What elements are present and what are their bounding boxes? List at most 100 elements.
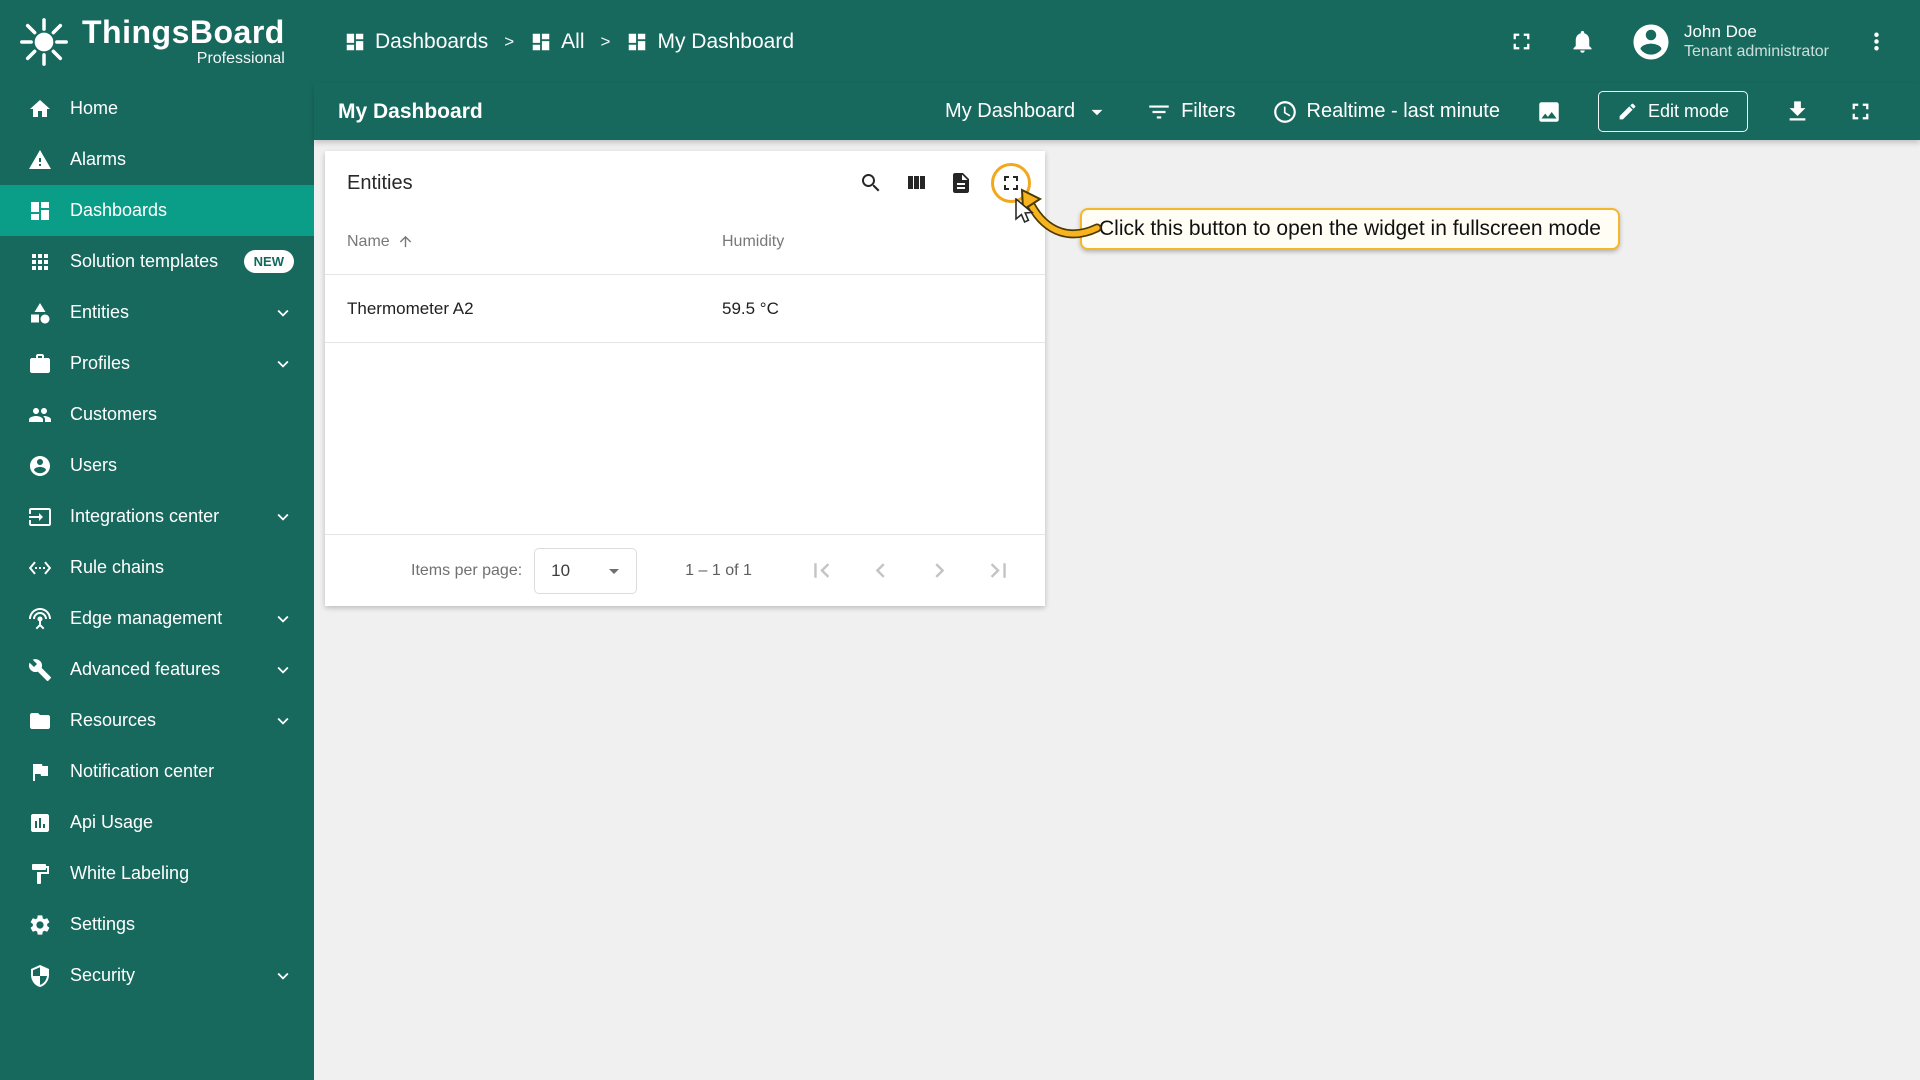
timewindow-button[interactable]: Realtime - last minute — [1272, 99, 1500, 125]
download-icon[interactable] — [1784, 98, 1811, 125]
sidebar-item-api-usage[interactable]: Api Usage — [0, 797, 314, 848]
edit-mode-button[interactable]: Edit mode — [1597, 91, 1748, 132]
user-menu[interactable]: John Doe Tenant administrator — [1630, 21, 1829, 63]
toolbar-actions: My Dashboard Filters Realtime - last min… — [945, 91, 1874, 132]
widget-export-button[interactable] — [946, 168, 976, 198]
sidebar-item-solution-templates[interactable]: Solution templates NEW — [0, 236, 314, 287]
home-icon — [28, 97, 52, 121]
user-meta: John Doe Tenant administrator — [1684, 21, 1829, 62]
apps-grid-icon — [28, 250, 52, 274]
table-header-row: Name Humidity — [325, 209, 1045, 275]
sidebar-item-white-labeling[interactable]: White Labeling — [0, 848, 314, 899]
filter-icon — [1149, 105, 1169, 118]
next-page-button[interactable] — [925, 556, 954, 585]
user-name: John Doe — [1684, 21, 1757, 41]
first-page-button[interactable] — [807, 556, 836, 585]
pagination-controls — [807, 556, 1013, 585]
integration-icon — [28, 505, 52, 529]
paint-icon — [28, 862, 52, 886]
breadcrumb-all[interactable]: All — [530, 29, 585, 54]
sidebar-item-entities[interactable]: Entities — [0, 287, 314, 338]
sidebar-item-advanced-features[interactable]: Advanced features — [0, 644, 314, 695]
sidebar-item-dashboards[interactable]: Dashboards — [0, 185, 314, 236]
dashboard-state-select[interactable]: My Dashboard — [945, 99, 1110, 125]
sidebar-item-rule-chains[interactable]: Rule chains — [0, 542, 314, 593]
chevron-down-icon — [272, 353, 294, 375]
profiles-icon — [28, 352, 52, 376]
column-header-humidity[interactable]: Humidity — [722, 233, 784, 251]
breadcrumb-my-dashboard[interactable]: My Dashboard — [626, 30, 794, 54]
sidebar-item-resources[interactable]: Resources — [0, 695, 314, 746]
filters-button[interactable]: Filters — [1146, 99, 1236, 125]
column-header-name[interactable]: Name — [347, 233, 722, 251]
sidebar-item-profiles[interactable]: Profiles — [0, 338, 314, 389]
chevron-down-icon — [272, 659, 294, 681]
sidebar-item-integrations-center[interactable]: Integrations center — [0, 491, 314, 542]
breadcrumb: Dashboards > All > My Dashboard — [344, 30, 794, 54]
brand-name: ThingsBoard — [82, 14, 285, 50]
top-header: Dashboards > All > My Dashboard John Doe… — [314, 0, 1920, 83]
brand-logo[interactable]: ThingsBoard Professional — [0, 0, 314, 83]
dashboards-icon — [28, 199, 52, 223]
dashboard-canvas: Entities Name Humidity Thermometer A2 59… — [314, 140, 1920, 1080]
dashboard-image-icon[interactable] — [1536, 99, 1562, 125]
sidebar-item-edge-management[interactable]: Edge management — [0, 593, 314, 644]
sidebar-item-customers[interactable]: Customers — [0, 389, 314, 440]
dashboard-grid-icon — [626, 31, 648, 53]
folder-icon — [28, 709, 52, 733]
columns-icon — [908, 176, 925, 189]
items-per-page-label: Items per page: — [411, 561, 523, 579]
antenna-icon — [28, 607, 52, 631]
warning-icon — [28, 148, 52, 172]
chevron-down-icon — [272, 608, 294, 630]
user-role: Tenant administrator — [1684, 43, 1829, 61]
widget-search-button[interactable] — [856, 168, 886, 198]
dropdown-arrow-icon — [609, 568, 620, 574]
avatar — [1630, 21, 1672, 63]
breadcrumb-separator: > — [504, 31, 515, 51]
page-title: My Dashboard — [338, 99, 483, 123]
toolbar-fullscreen-icon[interactable] — [1847, 98, 1874, 125]
dashboard-grid-icon — [344, 31, 366, 53]
file-export-icon — [953, 173, 969, 193]
table-row[interactable]: Thermometer A2 59.5 °C — [325, 275, 1045, 343]
code-brackets-icon — [28, 556, 52, 580]
fullscreen-icon[interactable] — [1508, 28, 1535, 55]
clock-icon — [1273, 100, 1296, 123]
pencil-icon — [1619, 103, 1636, 120]
breadcrumb-dashboards[interactable]: Dashboards — [344, 30, 488, 54]
sidebar-nav: Home Alarms Dashboards Solution template… — [0, 83, 314, 1001]
breadcrumb-label: All — [561, 29, 585, 53]
cell-entity-name: Thermometer A2 — [347, 298, 474, 318]
sidebar-item-notification-center[interactable]: Notification center — [0, 746, 314, 797]
shield-icon — [28, 964, 52, 988]
page-size-select[interactable]: 10 — [534, 547, 638, 594]
breadcrumb-separator: > — [600, 31, 611, 51]
breadcrumb-label: Dashboards — [375, 29, 489, 53]
dashboard-grid-icon — [530, 31, 552, 53]
breadcrumb-label: My Dashboard — [657, 29, 795, 53]
people-icon — [28, 403, 52, 427]
notifications-bell-icon[interactable] — [1569, 28, 1596, 55]
sidebar-item-users[interactable]: Users — [0, 440, 314, 491]
sidebar-item-settings[interactable]: Settings — [0, 899, 314, 950]
dashboard-toolbar: My Dashboard My Dashboard Filters Realti… — [314, 83, 1920, 140]
tools-icon — [28, 658, 52, 682]
sidebar-item-home[interactable]: Home — [0, 83, 314, 134]
flag-icon — [28, 760, 52, 784]
gear-icon — [28, 913, 52, 937]
widget-header: Entities — [325, 151, 1045, 209]
user-circle-icon — [28, 454, 52, 478]
chevron-down-icon — [272, 710, 294, 732]
widget-columns-button[interactable] — [901, 168, 931, 198]
previous-page-button[interactable] — [866, 556, 895, 585]
dropdown-arrow-icon — [1084, 99, 1110, 125]
sidebar-item-alarms[interactable]: Alarms — [0, 134, 314, 185]
header-actions: John Doe Tenant administrator — [1508, 21, 1890, 63]
sort-ascending-icon — [397, 233, 414, 250]
main-area: Dashboards > All > My Dashboard John Doe… — [314, 0, 1920, 1080]
last-page-button[interactable] — [984, 556, 1013, 585]
more-vertical-icon[interactable] — [1863, 28, 1890, 55]
sidebar-item-security[interactable]: Security — [0, 950, 314, 1001]
paginator: Items per page: 10 1 – 1 of 1 — [325, 534, 1045, 606]
